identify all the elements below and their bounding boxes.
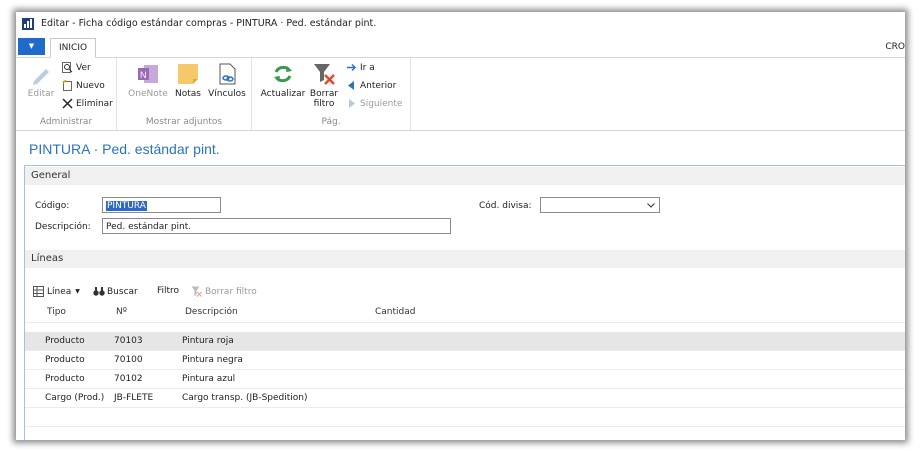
refresh-button[interactable]: Actualizar [260,62,306,99]
cell-description: Pintura negra [182,355,243,365]
refresh-label: Actualizar [260,89,306,99]
chevron-down-icon [647,203,655,208]
clear-filter-button[interactable]: Borrar filtro [308,62,340,109]
filter-button[interactable]: Filtro [157,286,179,296]
goto-label: Ir a [360,62,375,73]
links-button[interactable]: Vínculos [207,62,247,99]
delete-label: Eliminar [76,98,113,109]
table-row[interactable]: Producto 70100 Pintura negra [25,351,905,370]
line-menu-button[interactable]: Línea ▼ [33,286,80,297]
lines-clear-filter-label: Borrar filtro [205,286,257,297]
onenote-label: OneNote [128,89,168,99]
company-name: CRO [885,42,905,52]
currency-select[interactable] [540,197,660,213]
notes-button[interactable]: Notas [173,62,203,99]
arrow-right-icon [346,62,357,73]
column-header-type[interactable]: Tipo [47,307,66,317]
onenote-icon: N [136,62,160,86]
table-row[interactable]: Producto 70102 Pintura azul [25,370,905,389]
edit-label: Editar [27,89,55,99]
group-administrar: Editar Ver Nuevo Eliminar Administrar [16,58,117,130]
triangle-left-icon [346,80,357,91]
page-title: PINTURA · Ped. estándar pint. [29,141,220,157]
view-label: Ver [76,62,91,73]
caret-down-icon: ▼ [75,288,80,295]
triangle-right-icon [346,98,357,109]
link-document-icon [215,62,239,86]
edit-button[interactable]: Editar [24,62,58,99]
column-header-quantity[interactable]: Cantidad [375,307,415,317]
table-row[interactable]: Producto 70103 Pintura roja [25,332,905,351]
currency-label: Cód. divisa: [479,201,532,211]
filter-label: Filtro [157,286,180,296]
section-lines-header[interactable]: Líneas [25,250,905,268]
cell-type: Cargo (Prod.) [45,393,105,403]
cell-type: Producto [45,355,85,365]
search-label: Buscar [107,286,138,297]
notes-label: Notas [175,89,201,99]
window-title: Editar - Ficha código estándar compras -… [41,18,377,29]
table-row[interactable]: Cargo (Prod.) JB-FLETE Cargo transp. (JB… [25,389,905,408]
next-button[interactable]: Siguiente [346,98,402,109]
group-label-administrar: Administrar [39,117,93,127]
code-field[interactable]: PINTURA [102,197,221,213]
app-icon [22,18,34,30]
cell-no: 70100 [114,355,143,365]
previous-label: Anterior [360,80,397,91]
previous-button[interactable]: Anterior [346,80,396,91]
ribbon: Editar Ver Nuevo Eliminar Administrar N … [16,58,905,131]
group-label-mostrar-adjuntos: Mostrar adjuntos [145,117,223,127]
cell-no: JB-FLETE [114,393,154,403]
header-divider [25,322,905,323]
section-general-header[interactable]: General [25,167,905,185]
description-label: Descripción: [35,222,91,232]
delete-button[interactable]: Eliminar [62,98,113,109]
lines-clear-filter-button[interactable]: Borrar filtro [191,286,257,297]
view-button[interactable]: Ver [62,62,91,73]
grid-icon [33,286,44,297]
column-header-no[interactable]: Nº [116,307,127,317]
ribbon-tabs: ▼ INICIO CRO [16,36,905,58]
new-label: Nuevo [76,80,105,91]
new-document-icon [62,79,73,91]
title-bar: Editar - Ficha código estándar compras -… [16,12,905,36]
code-value: PINTURA [106,201,147,211]
onenote-button[interactable]: N OneNote [127,62,169,99]
description-field[interactable]: Ped. estándar pint. [102,218,451,234]
empty-row[interactable] [25,408,905,427]
sticky-note-icon [176,62,200,86]
code-label: Código: [35,201,70,211]
magnifier-icon [62,62,73,73]
goto-button[interactable]: Ir a [346,62,375,73]
line-menu-label: Línea [47,286,72,297]
tab-inicio[interactable]: INICIO [50,38,97,58]
refresh-icon [271,62,295,86]
window: Editar - Ficha código estándar compras -… [16,12,905,440]
links-label: Vínculos [208,89,246,99]
cell-type: Producto [45,336,85,346]
cell-no: 70102 [114,374,143,384]
pencil-icon [29,62,53,86]
next-label: Siguiente [360,98,403,109]
delete-x-icon [62,98,73,109]
column-header-description[interactable]: Descripción [185,307,238,317]
cell-description: Pintura roja [182,336,234,346]
svg-text:N: N [140,70,147,80]
binoculars-icon [93,286,105,297]
cell-description: Cargo transp. (JB-Spedition) [182,393,308,403]
cell-no: 70103 [114,336,143,346]
clear-filter-label-2: filtro [313,99,335,109]
clear-filter-label-1: Borrar [309,89,339,99]
cell-type: Producto [45,374,85,384]
new-button[interactable]: Nuevo [62,79,105,91]
group-label-pag: Pág. [321,117,341,127]
clear-filter-icon [312,62,336,86]
cell-description: Pintura azul [182,374,236,384]
card-form: General Código: PINTURA Descripción: Ped… [24,165,905,440]
group-pag: Actualizar Borrar filtro Ir a Anterior S… [252,58,411,130]
file-menu-button[interactable]: ▼ [18,38,45,55]
search-button[interactable]: Buscar [93,286,138,297]
clear-filter-small-icon [191,286,202,297]
group-mostrar-adjuntos: N OneNote Notas Vínculos Mostrar adjunto… [117,58,252,130]
